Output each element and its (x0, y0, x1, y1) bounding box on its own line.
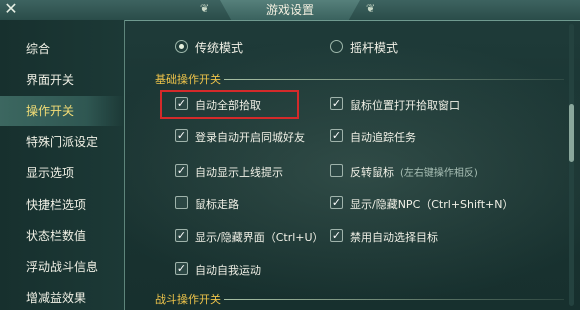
checkbox-label: 禁用自动选择目标 (350, 231, 438, 244)
checkbox-mouse-walk[interactable]: 鼠标走路 (175, 196, 315, 212)
checkbox-label: 反转鼠标 (左右键操作相反) (350, 164, 478, 180)
checkbox-unchecked-icon (175, 196, 188, 209)
checkbox-open-loot-at-cursor[interactable]: ✓ 鼠标位置打开拾取窗口 (330, 97, 530, 113)
checkbox-unchecked-icon (330, 164, 343, 177)
window-title: 游戏设置 (265, 3, 314, 17)
checkbox-label: 显示/隐藏NPC（Ctrl+Shift+N） (350, 198, 514, 211)
mode-radio-joystick[interactable]: 摇杆模式 (330, 40, 420, 56)
checkbox-auto-show-online-notice[interactable]: ✓ 自动显示上线提示 (175, 164, 315, 180)
radio-label: 摇杆模式 (350, 41, 399, 55)
sidebar-item-floating-combat-info[interactable]: 浮动战斗信息 (0, 252, 124, 282)
close-icon[interactable]: ✕ (2, 0, 20, 18)
checkbox-login-enable-local-friends[interactable]: ✓ 登录自动开启同城好友 (175, 129, 325, 145)
section-header-basic: 基础操作开关 (155, 73, 221, 86)
checkbox-auto-self-move[interactable]: ✓ 自动自我运动 (175, 262, 315, 278)
sidebar-item-buff-debuff-effects[interactable]: 增减益效果 (0, 283, 124, 310)
checkbox-checked-icon: ✓ (175, 262, 188, 275)
checkbox-label: 登录自动开启同城好友 (195, 131, 305, 144)
sidebar-item-display-options[interactable]: 显示选项 (0, 158, 124, 188)
checkbox-checked-icon: ✓ (330, 229, 343, 242)
checkbox-checked-icon: ✓ (330, 196, 343, 209)
section-divider (224, 79, 564, 80)
sidebar-item-special-school-settings[interactable]: 特殊门派设定 (0, 127, 124, 157)
checkbox-label: 鼠标位置打开拾取窗口 (350, 99, 460, 112)
checkbox-invert-mouse[interactable]: 反转鼠标 (左右键操作相反) (330, 164, 550, 180)
checkbox-checked-icon: ✓ (330, 97, 343, 110)
checkbox-label-text: 反转鼠标 (350, 166, 394, 179)
sidebar-item-operation-toggles[interactable]: 操作开关 (0, 96, 124, 126)
title-bar: ✕ ❦ 游戏设置 ❦ (0, 0, 580, 21)
checkbox-checked-icon: ✓ (175, 129, 188, 142)
checkbox-checked-icon: ✓ (175, 164, 188, 177)
checkbox-label: 自动自我运动 (195, 264, 261, 277)
scrollbar-track[interactable] (569, 24, 574, 306)
checkbox-label: 自动追踪任务 (350, 131, 416, 144)
highlight-annotation (160, 90, 299, 119)
radio-selected-icon (175, 40, 188, 53)
scrollbar-thumb[interactable] (569, 104, 574, 162)
sidebar-item-general[interactable]: 综合 (0, 34, 124, 64)
sidebar: 综合 界面开关 操作开关 特殊门派设定 显示选项 快捷栏选项 状态栏数值 浮动战… (0, 20, 125, 310)
checkbox-label: 自动显示上线提示 (195, 166, 283, 179)
checkbox-disable-auto-target[interactable]: ✓ 禁用自动选择目标 (330, 229, 490, 245)
section-header-combat: 战斗操作开关 (155, 293, 221, 306)
checkbox-label: 鼠标走路 (195, 198, 239, 211)
sidebar-item-status-bar-values[interactable]: 状态栏数值 (0, 221, 124, 251)
ornament-right-icon: ❦ (366, 2, 376, 15)
checkbox-note: (左右键操作相反) (400, 168, 478, 179)
checkbox-auto-track-quests[interactable]: ✓ 自动追踪任务 (330, 129, 470, 145)
mode-radio-traditional[interactable]: 传统模式 (175, 40, 265, 56)
checkbox-toggle-ui-display[interactable]: ✓ 显示/隐藏界面（Ctrl+U） (175, 229, 325, 245)
checkbox-checked-icon: ✓ (175, 229, 188, 242)
checkbox-checked-icon: ✓ (330, 129, 343, 142)
radio-unselected-icon (330, 40, 343, 53)
game-settings-window: ✕ ❦ 游戏设置 ❦ 综合 界面开关 操作开关 特殊门派设定 显示选项 快捷栏选… (0, 0, 580, 310)
sidebar-item-hotbar-options[interactable]: 快捷栏选项 (0, 190, 124, 220)
checkbox-toggle-npc-display[interactable]: ✓ 显示/隐藏NPC（Ctrl+Shift+N） (330, 196, 550, 212)
radio-label: 传统模式 (195, 41, 244, 55)
ornament-left-icon: ❦ (200, 2, 210, 15)
sidebar-item-interface-toggles[interactable]: 界面开关 (0, 65, 124, 95)
checkbox-label: 显示/隐藏界面（Ctrl+U） (195, 231, 324, 244)
section-divider (224, 299, 564, 300)
